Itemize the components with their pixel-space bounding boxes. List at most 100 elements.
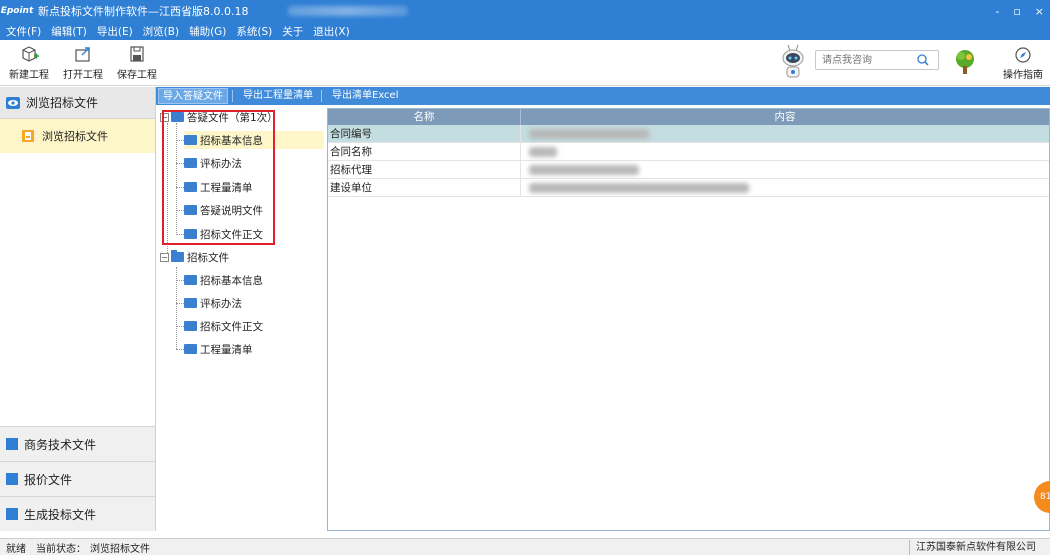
menu-assist[interactable]: 辅助(G) <box>189 24 226 39</box>
row-content-redacted <box>521 143 1049 160</box>
file-icon <box>6 508 18 520</box>
row-name: 合同编号 <box>328 125 521 142</box>
tree-node-label: 工程量清单 <box>200 343 253 356</box>
tree-node-label: 招标文件正文 <box>200 320 263 333</box>
row-name: 招标代理 <box>328 161 521 178</box>
app-logo: Epoint <box>0 6 34 16</box>
compass-icon <box>1015 47 1031 63</box>
left-navigation: 浏览招标文件 浏览招标文件 商务技术文件 报价文件 生成投标文件 <box>0 87 156 531</box>
folder-open-icon <box>171 250 184 262</box>
export-bill-button[interactable]: 导出工程量清单 <box>239 88 317 104</box>
consult-search-box[interactable] <box>815 50 939 70</box>
sub-toolbar: 导入答疑文件 导出工程量清单 导出清单Excel <box>156 87 1050 105</box>
status-bar: 就绪 当前状态： 浏览招标文件 江苏国泰新点软件有限公司 <box>0 538 1050 555</box>
tree-node-tender-main-text[interactable]: 招标文件正文 <box>184 317 263 335</box>
window-controls: - ▫ × <box>995 0 1044 22</box>
new-project-label: 新建工程 <box>9 70 49 81</box>
save-icon <box>130 46 144 62</box>
open-project-label: 打开工程 <box>63 70 103 81</box>
menu-file[interactable]: 文件(F) <box>6 24 41 39</box>
consult-input[interactable] <box>816 52 916 68</box>
tree-line <box>176 349 184 350</box>
tree-line <box>176 326 184 327</box>
eye-icon <box>6 96 20 109</box>
menu-browse[interactable]: 浏览(B) <box>143 24 179 39</box>
collapse-icon[interactable]: − <box>160 252 169 262</box>
restore-button[interactable]: ▫ <box>1013 5 1020 18</box>
toolbar: 新建工程 打开工程 保存工程 操作指南 <box>0 40 1050 86</box>
nav-item-label: 商务技术文件 <box>24 437 97 452</box>
col-header-content[interactable]: 内容 <box>521 109 1049 125</box>
menu-system[interactable]: 系统(S) <box>236 24 272 39</box>
table-row[interactable]: 合同名称 <box>328 143 1049 161</box>
nav-item-label: 浏览招标文件 <box>42 130 108 143</box>
new-project-icon <box>22 46 39 62</box>
status-state-value: 浏览招标文件 <box>90 543 150 555</box>
export-excel-button[interactable]: 导出清单Excel <box>328 88 403 104</box>
tree-node-tender-root[interactable]: − 招标文件 <box>160 248 229 266</box>
info-grid: 名称 内容 合同编号 合同名称 招标代理 建设单位 <box>327 108 1050 531</box>
title-bar: Epoint 新点投标文件制作软件—江西省版8.0.0.18 - ▫ × <box>0 0 1050 22</box>
row-content-redacted <box>521 179 1049 196</box>
menu-exit[interactable]: 退出(X) <box>313 24 349 39</box>
open-project-icon <box>75 47 90 62</box>
window-title: 新点投标文件制作软件—江西省版8.0.0.18 <box>38 5 249 18</box>
highlight-box <box>162 110 275 245</box>
robot-assistant-icon[interactable] <box>778 43 808 83</box>
folder-icon <box>184 275 197 285</box>
separator <box>321 90 322 102</box>
guide-label: 操作指南 <box>1003 70 1043 81</box>
edit-icon <box>6 473 18 485</box>
nav-item-browse-tender[interactable]: 浏览招标文件 <box>0 119 155 153</box>
row-name: 合同名称 <box>328 143 521 160</box>
nav-item-label: 生成投标文件 <box>24 507 97 522</box>
table-row[interactable]: 合同编号 <box>328 125 1049 143</box>
edit-icon <box>6 438 18 450</box>
nav-header-browse[interactable]: 浏览招标文件 <box>0 87 155 119</box>
open-project-button[interactable]: 打开工程 <box>58 44 108 81</box>
guide-button[interactable]: 操作指南 <box>1000 46 1046 81</box>
table-row[interactable]: 建设单位 <box>328 179 1049 197</box>
blurred-title-area <box>288 6 409 16</box>
company-name: 江苏国泰新点软件有限公司 <box>909 540 1036 555</box>
separator <box>232 90 233 102</box>
row-content-redacted <box>521 161 1049 178</box>
nav-header-label: 浏览招标文件 <box>26 96 99 110</box>
save-project-label: 保存工程 <box>117 70 157 81</box>
tree-line <box>176 280 184 281</box>
grid-header: 名称 内容 <box>328 109 1049 125</box>
status-state-label: 当前状态： <box>36 543 86 555</box>
tree-node-label: 评标办法 <box>200 297 242 310</box>
tree-node-tender-bill[interactable]: 工程量清单 <box>184 340 253 358</box>
tree-mascot-icon[interactable] <box>952 48 978 76</box>
folder-icon <box>184 298 197 308</box>
table-row[interactable]: 招标代理 <box>328 161 1049 179</box>
nav-item-label: 报价文件 <box>24 472 73 487</box>
document-icon <box>22 130 34 142</box>
nav-bottom-group: 商务技术文件 报价文件 生成投标文件 <box>0 426 155 531</box>
folder-icon <box>184 344 197 354</box>
row-content-redacted <box>521 125 1049 142</box>
tree-line <box>176 303 184 304</box>
tree-node-label: 招标文件 <box>187 251 229 264</box>
menu-about[interactable]: 关于 <box>282 24 303 39</box>
save-project-button[interactable]: 保存工程 <box>112 44 162 81</box>
menu-edit[interactable]: 编辑(T) <box>51 24 87 39</box>
nav-item-business-tech[interactable]: 商务技术文件 <box>0 426 155 461</box>
tree-node-tender-basic-info[interactable]: 招标基本信息 <box>184 271 263 289</box>
nav-item-quote[interactable]: 报价文件 <box>0 461 155 496</box>
nav-item-generate[interactable]: 生成投标文件 <box>0 496 155 531</box>
status-ready: 就绪 <box>6 543 26 555</box>
menu-bar: 文件(F) 编辑(T) 导出(E) 浏览(B) 辅助(G) 系统(S) 关于 退… <box>0 22 1050 40</box>
col-header-name[interactable]: 名称 <box>328 109 521 125</box>
folder-icon <box>184 321 197 331</box>
new-project-button[interactable]: 新建工程 <box>4 44 54 81</box>
close-button[interactable]: × <box>1035 5 1044 18</box>
search-icon[interactable] <box>916 53 930 67</box>
minimize-button[interactable]: - <box>995 5 999 18</box>
import-qa-button[interactable]: 导入答疑文件 <box>158 88 228 104</box>
tree-node-label: 招标基本信息 <box>200 274 263 287</box>
menu-export[interactable]: 导出(E) <box>97 24 133 39</box>
row-name: 建设单位 <box>328 179 521 196</box>
tree-node-tender-eval-method[interactable]: 评标办法 <box>184 294 242 312</box>
